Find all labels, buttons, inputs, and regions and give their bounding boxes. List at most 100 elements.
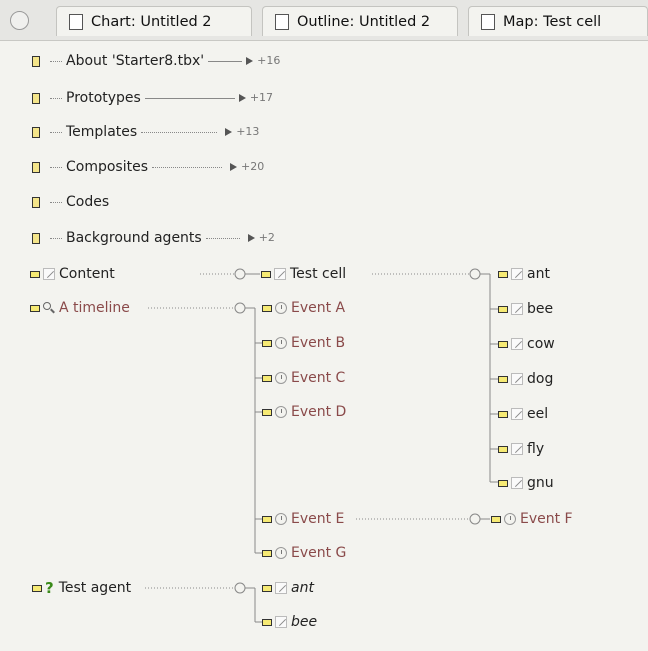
expand-triangle-icon[interactable] — [225, 128, 233, 136]
tab-chart[interactable]: Chart: Untitled 2 — [56, 6, 252, 36]
note-label: Content — [59, 266, 115, 282]
note-timeline[interactable]: A timeline — [30, 297, 130, 319]
text-note-icon — [43, 268, 55, 280]
note-box-icon — [491, 515, 501, 523]
note-bee[interactable]: bee — [498, 298, 553, 320]
text-note-icon — [511, 477, 523, 489]
note-background-agents[interactable]: Background agents +2 — [32, 227, 275, 249]
container-icon — [32, 232, 40, 244]
note-event-d[interactable]: Event D — [262, 401, 346, 423]
note-label: Test cell — [290, 266, 347, 282]
new-tab-button[interactable] — [10, 11, 29, 30]
note-label: ant — [291, 580, 314, 596]
note-box-icon — [498, 479, 508, 487]
note-box-icon — [498, 375, 508, 383]
note-label: ant — [527, 266, 550, 282]
note-event-g[interactable]: Event G — [262, 542, 346, 564]
note-box-icon — [262, 584, 272, 592]
note-prototypes[interactable]: Prototypes +17 — [32, 87, 273, 109]
map-icon — [481, 13, 495, 30]
note-composites[interactable]: Composites +20 — [32, 156, 264, 178]
note-label: Prototypes — [66, 90, 141, 106]
note-label: cow — [527, 336, 555, 352]
alias-bee[interactable]: bee — [262, 611, 317, 633]
note-box-icon — [262, 304, 272, 312]
note-templates[interactable]: Templates +13 — [32, 121, 259, 143]
text-note-icon — [511, 338, 523, 350]
note-dog[interactable]: dog — [498, 368, 553, 390]
note-box-icon — [498, 445, 508, 453]
note-box-icon — [30, 270, 40, 278]
clock-icon — [275, 302, 287, 314]
tab-map[interactable]: Map: Test cell — [468, 6, 648, 36]
child-count: +16 — [257, 54, 281, 67]
note-ant[interactable]: ant — [498, 263, 550, 285]
note-event-b[interactable]: Event B — [262, 332, 345, 354]
note-fly[interactable]: fly — [498, 438, 544, 460]
tab-label: Map: Test cell — [503, 13, 602, 30]
note-box-icon — [262, 618, 272, 626]
note-label: A timeline — [59, 300, 130, 316]
clock-icon — [275, 513, 287, 525]
agent-test[interactable]: ? Test agent — [32, 577, 131, 599]
tab-outline[interactable]: Outline: Untitled 2 — [262, 6, 458, 36]
expand-triangle-icon[interactable] — [247, 234, 255, 242]
tab-bar: Chart: Untitled 2 Outline: Untitled 2 Ma… — [0, 0, 648, 41]
agent-label: Test agent — [58, 580, 132, 596]
note-content[interactable]: Content — [30, 263, 115, 285]
note-event-f[interactable]: Event F — [491, 508, 573, 530]
alias-ant[interactable]: ant — [262, 577, 314, 599]
note-label: Event D — [291, 404, 347, 420]
note-about[interactable]: About 'Starter8.tbx' +16 — [32, 50, 280, 72]
note-cow[interactable]: cow — [498, 333, 555, 355]
question-mark-icon: ? — [45, 579, 54, 597]
note-label: Event G — [291, 545, 347, 561]
note-label: Event C — [291, 370, 346, 386]
note-event-e[interactable]: Event E — [262, 508, 344, 530]
note-label: Background agents — [66, 230, 202, 246]
note-gnu[interactable]: gnu — [498, 472, 554, 494]
note-box-icon — [498, 340, 508, 348]
note-eel[interactable]: eel — [498, 403, 548, 425]
note-label: fly — [527, 441, 545, 457]
child-count: +20 — [241, 160, 265, 173]
note-label: bee — [527, 301, 554, 317]
chart-view: About 'Starter8.tbx' +16 Prototypes +17 … — [10, 41, 648, 651]
note-event-c[interactable]: Event C — [262, 367, 345, 389]
note-test-cell[interactable]: Test cell — [261, 263, 346, 285]
note-box-icon — [262, 374, 272, 382]
agent-box-icon — [32, 584, 42, 592]
note-codes[interactable]: Codes — [32, 191, 109, 213]
note-box-icon — [30, 304, 40, 312]
clock-icon — [275, 547, 287, 559]
note-label: Composites — [66, 159, 149, 175]
note-label: gnu — [527, 475, 554, 491]
note-label: About 'Starter8.tbx' — [66, 53, 205, 69]
clock-icon — [275, 372, 287, 384]
expand-triangle-icon[interactable] — [246, 57, 254, 65]
text-note-icon — [511, 268, 523, 280]
note-event-a[interactable]: Event A — [262, 297, 345, 319]
child-count: +2 — [258, 231, 275, 244]
text-note-icon — [511, 303, 523, 315]
note-label: dog — [527, 371, 554, 387]
child-count: +17 — [249, 91, 274, 104]
container-icon — [32, 196, 40, 208]
text-note-icon — [511, 373, 523, 385]
note-label: Event E — [291, 511, 345, 527]
text-note-icon — [511, 408, 523, 420]
text-note-icon — [274, 268, 286, 280]
clock-icon — [275, 337, 287, 349]
note-icon — [32, 55, 40, 67]
outline-icon — [275, 13, 289, 30]
clock-icon — [504, 513, 516, 525]
note-box-icon — [262, 515, 272, 523]
chart-icon — [69, 13, 83, 30]
expand-triangle-icon[interactable] — [230, 163, 238, 171]
container-icon — [32, 161, 40, 173]
tab-label: Chart: Untitled 2 — [91, 13, 212, 30]
note-box-icon — [498, 270, 508, 278]
note-label: bee — [291, 614, 318, 630]
expand-triangle-icon[interactable] — [238, 94, 246, 102]
container-icon — [32, 92, 40, 104]
